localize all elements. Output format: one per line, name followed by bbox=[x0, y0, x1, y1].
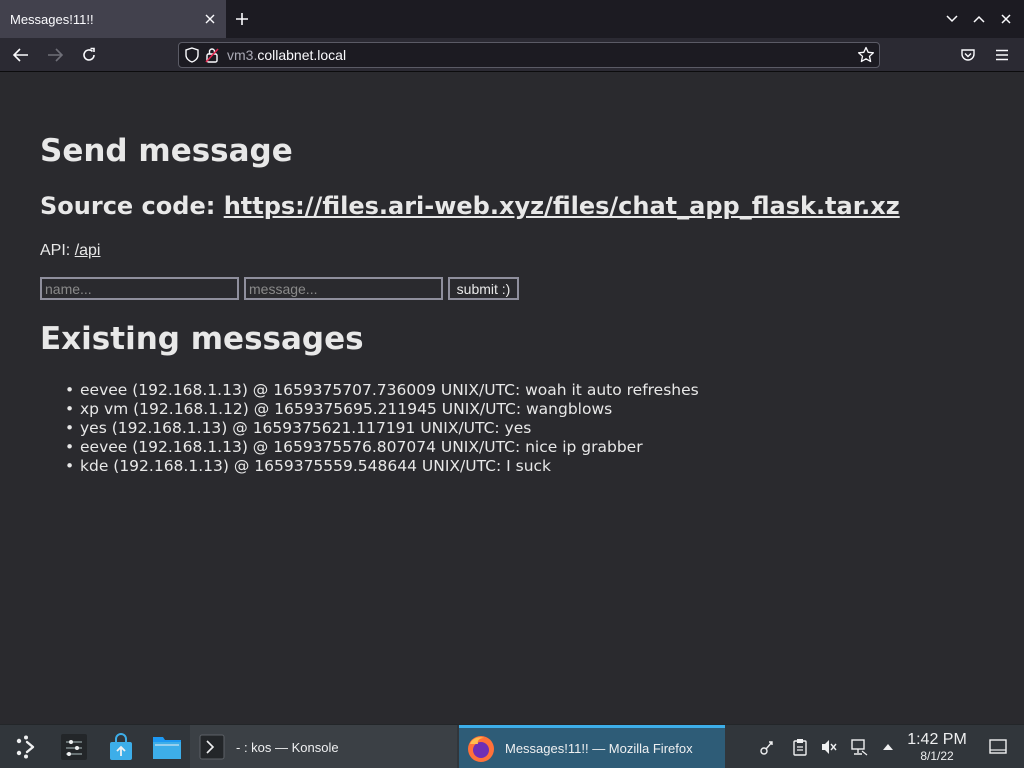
clipboard-icon[interactable] bbox=[790, 737, 810, 757]
message-item: yes (192.168.1.13) @ 1659375621.117191 U… bbox=[62, 419, 699, 438]
page-content: Send message Source code: https://files.… bbox=[0, 73, 1024, 724]
url-text[interactable]: vm3.collabnet.local bbox=[227, 47, 346, 63]
clock-date: 8/1/22 bbox=[920, 749, 954, 763]
kde-connect-icon[interactable] bbox=[758, 737, 778, 757]
new-tab-icon[interactable] bbox=[232, 9, 252, 29]
system-settings-icon[interactable] bbox=[58, 731, 90, 763]
list-tabs-icon[interactable] bbox=[942, 9, 962, 29]
konsole-task-label: - : kos — Konsole bbox=[236, 739, 339, 755]
tab-title: Messages!11!! bbox=[10, 11, 94, 27]
close-tab-icon[interactable] bbox=[200, 9, 220, 29]
api-line: API: /api bbox=[40, 242, 100, 260]
existing-messages-heading: Existing messages bbox=[40, 321, 364, 357]
back-icon[interactable] bbox=[10, 44, 32, 66]
network-icon[interactable] bbox=[849, 737, 869, 757]
bookmark-star-icon[interactable] bbox=[857, 46, 875, 68]
source-code-heading: Source code: https://files.ari-web.xyz/f… bbox=[40, 192, 900, 220]
submit-button[interactable]: submit :) bbox=[448, 277, 519, 300]
pocket-icon[interactable] bbox=[957, 44, 979, 66]
api-label: API: bbox=[40, 242, 75, 259]
taskbar: - : kos — Konsole Messages!11!! — Mozill… bbox=[0, 724, 1024, 768]
menu-hamburger-icon[interactable] bbox=[991, 44, 1013, 66]
source-code-link[interactable]: https://files.ari-web.xyz/files/chat_app… bbox=[224, 192, 900, 220]
message-item: kde (192.168.1.13) @ 1659375559.548644 U… bbox=[62, 457, 699, 476]
taskbar-item-firefox[interactable]: Messages!11!! — Mozilla Firefox bbox=[459, 725, 725, 768]
browser-tab[interactable]: Messages!11!! bbox=[0, 0, 226, 38]
discover-store-icon[interactable] bbox=[105, 731, 137, 763]
nav-toolbar: vm3.collabnet.local bbox=[0, 38, 1024, 72]
message-item: eevee (192.168.1.13) @ 1659375707.736009… bbox=[62, 381, 699, 400]
konsole-icon bbox=[198, 733, 226, 761]
name-input[interactable] bbox=[40, 277, 239, 300]
tab-strip: Messages!11!! bbox=[0, 0, 1024, 38]
maximize-icon[interactable] bbox=[969, 9, 989, 29]
message-input[interactable] bbox=[244, 277, 443, 300]
reload-icon[interactable] bbox=[78, 44, 100, 66]
url-bar[interactable]: vm3.collabnet.local bbox=[178, 42, 880, 68]
file-manager-icon[interactable] bbox=[151, 731, 183, 763]
send-message-heading: Send message bbox=[40, 133, 293, 169]
api-link[interactable]: /api bbox=[75, 242, 101, 259]
insecure-lock-icon[interactable] bbox=[205, 47, 219, 67]
message-list: eevee (192.168.1.13) @ 1659375707.736009… bbox=[62, 381, 699, 476]
show-desktop-icon[interactable] bbox=[988, 737, 1008, 757]
tray-expand-icon[interactable] bbox=[878, 737, 898, 757]
message-item: xp vm (192.168.1.12) @ 1659375695.211945… bbox=[62, 400, 699, 419]
taskbar-item-konsole[interactable]: - : kos — Konsole bbox=[190, 725, 457, 768]
volume-muted-icon[interactable] bbox=[819, 737, 839, 757]
firefox-icon bbox=[465, 733, 497, 765]
firefox-task-label: Messages!11!! — Mozilla Firefox bbox=[505, 741, 693, 756]
close-window-icon[interactable] bbox=[996, 9, 1016, 29]
forward-icon bbox=[44, 44, 66, 66]
shield-icon[interactable] bbox=[185, 47, 199, 67]
app-launcher-icon[interactable] bbox=[10, 731, 42, 763]
message-item: eevee (192.168.1.13) @ 1659375576.807074… bbox=[62, 438, 699, 457]
clock-time: 1:42 PM bbox=[907, 731, 967, 748]
source-code-label: Source code: bbox=[40, 192, 224, 220]
